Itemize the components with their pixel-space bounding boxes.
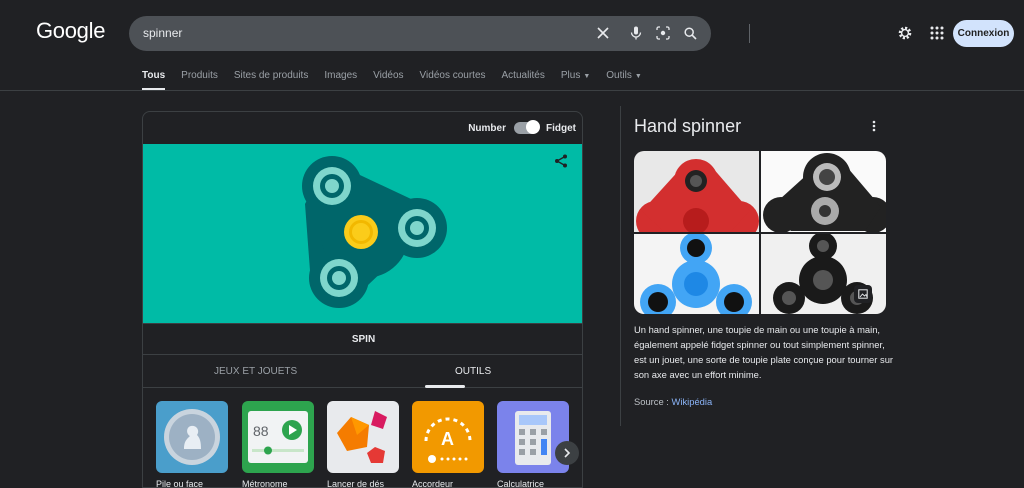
- spinner-image-red[interactable]: [634, 151, 759, 241]
- tab-videos[interactable]: Vidéos: [373, 70, 403, 90]
- clear-icon[interactable]: [595, 25, 611, 41]
- more-options-icon[interactable]: [872, 119, 876, 137]
- tool-label: Pile ou face: [156, 479, 204, 488]
- mode-switch[interactable]: Number Fidget: [468, 120, 576, 134]
- tool-metronome[interactable]: 88 Métronome: [242, 401, 314, 488]
- knowledge-panel-title: Hand spinner: [634, 116, 742, 136]
- chevron-down-icon: ▼: [583, 73, 591, 80]
- wikipedia-link[interactable]: Wikipédia: [672, 396, 713, 407]
- category-tabs: JEUX ET JOUETS OUTILS: [143, 355, 582, 388]
- fidget-spinner-graphic[interactable]: [143, 144, 583, 323]
- tool-label: Lancer de dés: [327, 479, 385, 488]
- mode-number-label[interactable]: Number: [468, 123, 506, 134]
- active-category-indicator: [425, 385, 465, 388]
- microphone-icon[interactable]: [628, 25, 644, 41]
- tab-outils[interactable]: Outils ▼: [606, 70, 642, 90]
- tab-sites-de-produits[interactable]: Sites de produits: [234, 70, 309, 90]
- tab-tous[interactable]: Tous: [142, 70, 166, 90]
- tab-jeux-et-jouets[interactable]: JEUX ET JOUETS: [214, 366, 297, 377]
- search-box[interactable]: spinner: [129, 16, 750, 51]
- knowledge-panel-source: Source : Wikipédia: [634, 396, 712, 407]
- google-logo[interactable]: Google: [36, 18, 105, 44]
- tool-label: Accordeur: [412, 479, 454, 488]
- tab-plus[interactable]: Plus ▼: [561, 70, 590, 90]
- knowledge-panel-description: Un hand spinner, une toupie de main ou u…: [634, 324, 894, 380]
- tool-accordeur[interactable]: A Accordeur: [412, 401, 484, 488]
- tab-actualites[interactable]: Actualités: [502, 70, 545, 90]
- spin-button[interactable]: SPIN: [143, 323, 582, 355]
- image-search-icon[interactable]: [854, 285, 872, 303]
- search-icon[interactable]: [682, 25, 698, 41]
- spinner-image-black[interactable]: [761, 232, 886, 314]
- apps-grid-icon[interactable]: [928, 24, 946, 42]
- tool-label: Métronome: [242, 479, 288, 488]
- spinner-image-blue[interactable]: [634, 232, 759, 314]
- calculator-icon: [497, 401, 569, 473]
- tuner-icon: A: [412, 401, 484, 473]
- source-label: Source :: [634, 396, 672, 407]
- lens-icon[interactable]: [655, 25, 671, 41]
- tab-produits[interactable]: Produits: [181, 70, 218, 90]
- header-divider: [0, 90, 1024, 91]
- tab-images[interactable]: Images: [324, 70, 357, 90]
- toggle-knob: [526, 120, 540, 134]
- mode-fidget-label[interactable]: Fidget: [546, 123, 576, 134]
- spinner-stage[interactable]: [143, 144, 583, 323]
- panel-divider: [620, 106, 621, 426]
- spinner-widget: Number Fidget SPIN JEUX ET JOUETS OUTILS…: [142, 111, 583, 488]
- mode-toggle[interactable]: [514, 120, 540, 134]
- tuner-note: A: [441, 429, 454, 449]
- tool-pile-ou-face[interactable]: Pile ou face: [156, 401, 228, 488]
- tool-label: Calculatrice: [497, 479, 545, 488]
- search-divider: [749, 24, 750, 43]
- spinner-image-silver[interactable]: [761, 151, 886, 233]
- search-tabs: Tous Produits Sites de produits Images V…: [142, 70, 658, 90]
- tool-lancer-de-des[interactable]: Lancer de dés: [327, 401, 399, 488]
- image-grid[interactable]: [634, 151, 886, 314]
- tab-outils-category[interactable]: OUTILS: [455, 366, 491, 377]
- dice-icon: [327, 401, 399, 473]
- coin-icon: [156, 401, 228, 473]
- carousel-next-button[interactable]: [555, 441, 579, 465]
- search-input[interactable]: spinner: [143, 26, 182, 40]
- chevron-right-icon: [564, 448, 571, 458]
- metronome-icon: 88: [242, 401, 314, 473]
- connexion-button[interactable]: Connexion: [953, 20, 1014, 47]
- tab-videos-courtes[interactable]: Vidéos courtes: [420, 70, 486, 90]
- share-icon[interactable]: [554, 154, 568, 173]
- metronome-bpm: 88: [253, 423, 269, 439]
- chevron-down-icon: ▼: [634, 73, 642, 80]
- settings-gear-icon[interactable]: [896, 24, 914, 42]
